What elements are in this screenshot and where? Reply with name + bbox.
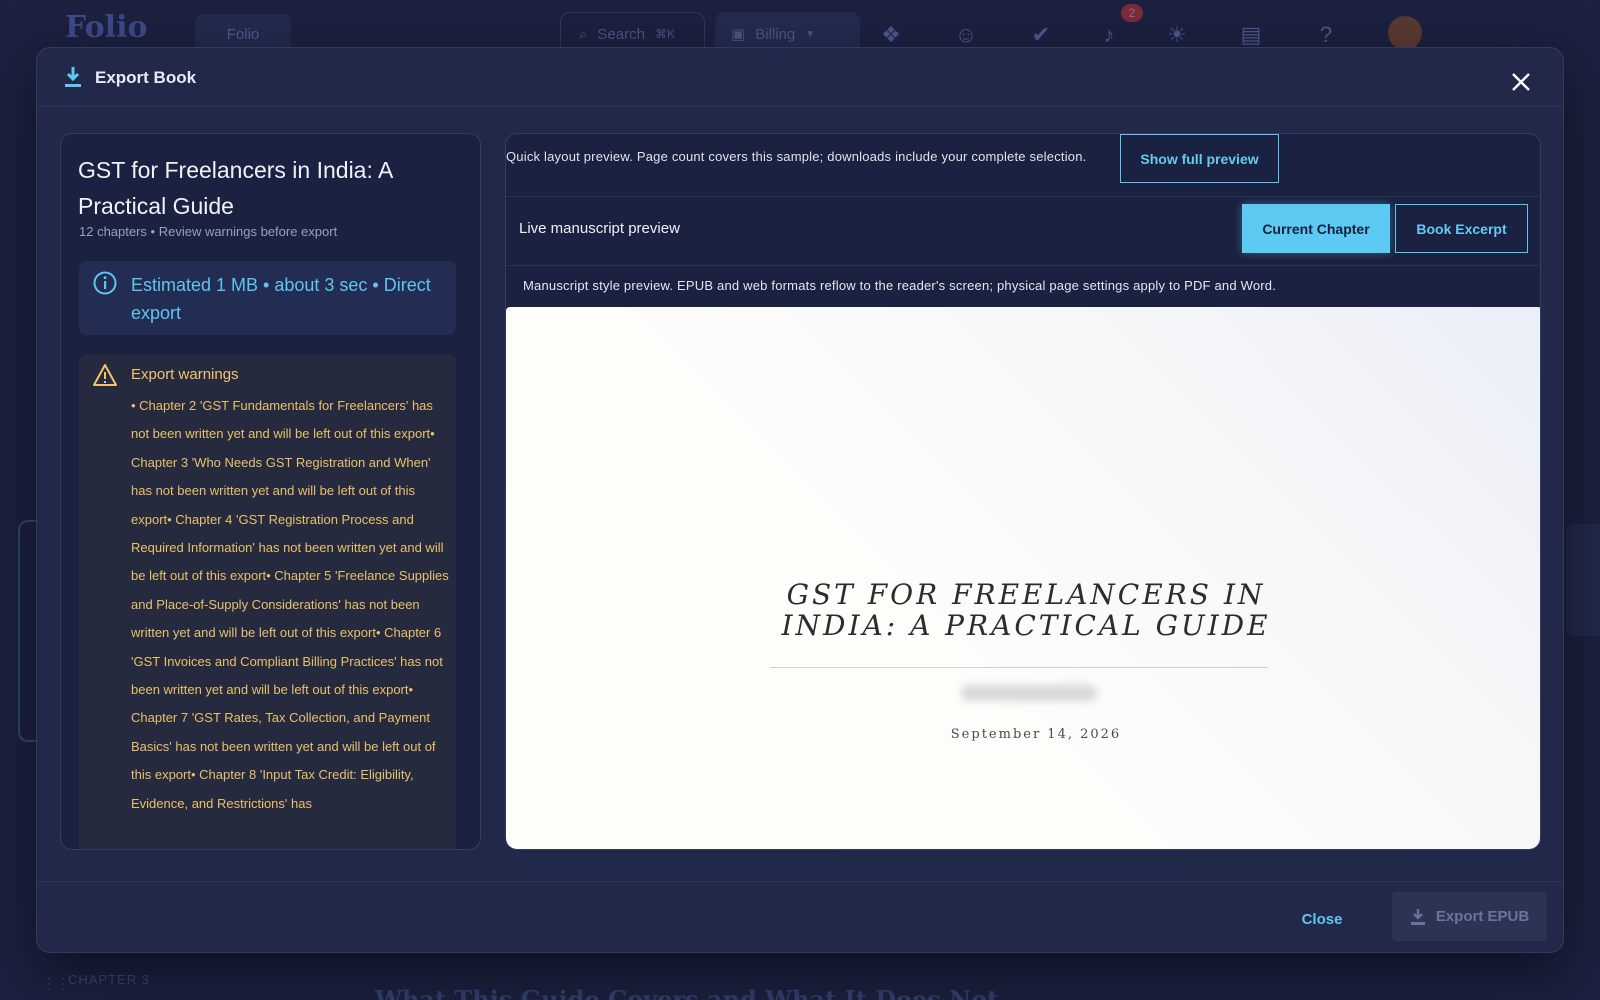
- export-warnings-box: Export warnings • Chapter 2 'GST Fundame…: [79, 354, 456, 849]
- info-icon: [93, 271, 117, 295]
- search-placeholder: Search: [597, 25, 645, 43]
- book-summary-panel: GST for Freelancers in India: A Practica…: [60, 133, 481, 850]
- close-button[interactable]: Close: [1287, 904, 1357, 934]
- book-subtitle: 12 chapters • Review warnings before exp…: [79, 224, 338, 239]
- chapter-label: CHAPTER 3: [68, 972, 150, 987]
- warning-icon: [93, 364, 117, 386]
- show-full-preview-button[interactable]: Show full preview: [1120, 134, 1279, 183]
- warnings-title: Export warnings: [131, 366, 239, 383]
- preview-book-title: GST for Freelancers in India: A Practica…: [781, 578, 1271, 642]
- people-icon: ☺: [954, 22, 978, 47]
- book-title: GST for Freelancers in India: A Practica…: [78, 157, 393, 219]
- workspace-label: Folio: [226, 25, 260, 43]
- help-icon: ?: [1319, 22, 1333, 47]
- chapter-heading: What This Guide Covers and What It Does …: [375, 985, 999, 1000]
- download-icon: [65, 67, 81, 87]
- live-preview-label: Live manuscript preview: [519, 220, 680, 237]
- preview-date: September 14, 2026: [950, 727, 1122, 742]
- billing-icon: ▣: [731, 26, 746, 43]
- billing-label: Billing: [755, 25, 796, 43]
- bell-icon: ♪: [1103, 22, 1115, 47]
- modal-header: Export Book: [37, 48, 1563, 107]
- tab-current-chapter[interactable]: Current Chapter: [1242, 204, 1390, 253]
- notification-badge: 2: [1121, 4, 1143, 22]
- cards-icon: ❖: [881, 22, 901, 47]
- download-icon: [1410, 908, 1425, 925]
- preview-toolbar: Live manuscript preview Current Chapter …: [506, 196, 1540, 266]
- export-epub-label: Export EPUB: [1435, 908, 1530, 925]
- sun-icon: ☀: [1167, 22, 1187, 47]
- title-divider: [770, 667, 1268, 668]
- drag-handle-icon: ⋮⋮: [42, 975, 70, 991]
- side-card: [18, 520, 38, 742]
- search-icon: ⌕: [579, 25, 588, 43]
- modal-title: Export Book: [95, 68, 197, 87]
- chevron-down-icon: ▼: [805, 28, 816, 40]
- close-icon[interactable]: [1509, 70, 1533, 94]
- tab-book-excerpt[interactable]: Book Excerpt: [1395, 204, 1528, 253]
- estimate-text: Estimated 1 MB • about 3 sec • Direct ex…: [131, 275, 431, 323]
- verified-icon: ✔: [1031, 22, 1051, 47]
- preview-note: Quick layout preview. Page count covers …: [506, 149, 1087, 164]
- manuscript-page-preview: GST for Freelancers in India: A Practica…: [506, 307, 1540, 849]
- book-icon: ▤: [1240, 22, 1262, 47]
- preview-panel: Quick layout preview. Page count covers …: [505, 133, 1541, 850]
- avatar: [1388, 16, 1422, 50]
- export-modal: Export Book GST for Freelancers in India…: [36, 47, 1564, 953]
- warnings-body: • Chapter 2 'GST Fundamentals for Freela…: [131, 398, 449, 811]
- export-epub-button[interactable]: Export EPUB: [1392, 892, 1547, 941]
- search-shortcut: ⌘K: [654, 27, 675, 41]
- style-note: Manuscript style preview. EPUB and web f…: [523, 278, 1277, 293]
- modal-footer: Close Export EPUB: [37, 881, 1563, 954]
- app-logo: Folio: [65, 10, 148, 45]
- support-tab: [1566, 524, 1600, 636]
- estimate-box: Estimated 1 MB • about 3 sec • Direct ex…: [79, 261, 456, 335]
- author-name-redacted: [961, 685, 1097, 701]
